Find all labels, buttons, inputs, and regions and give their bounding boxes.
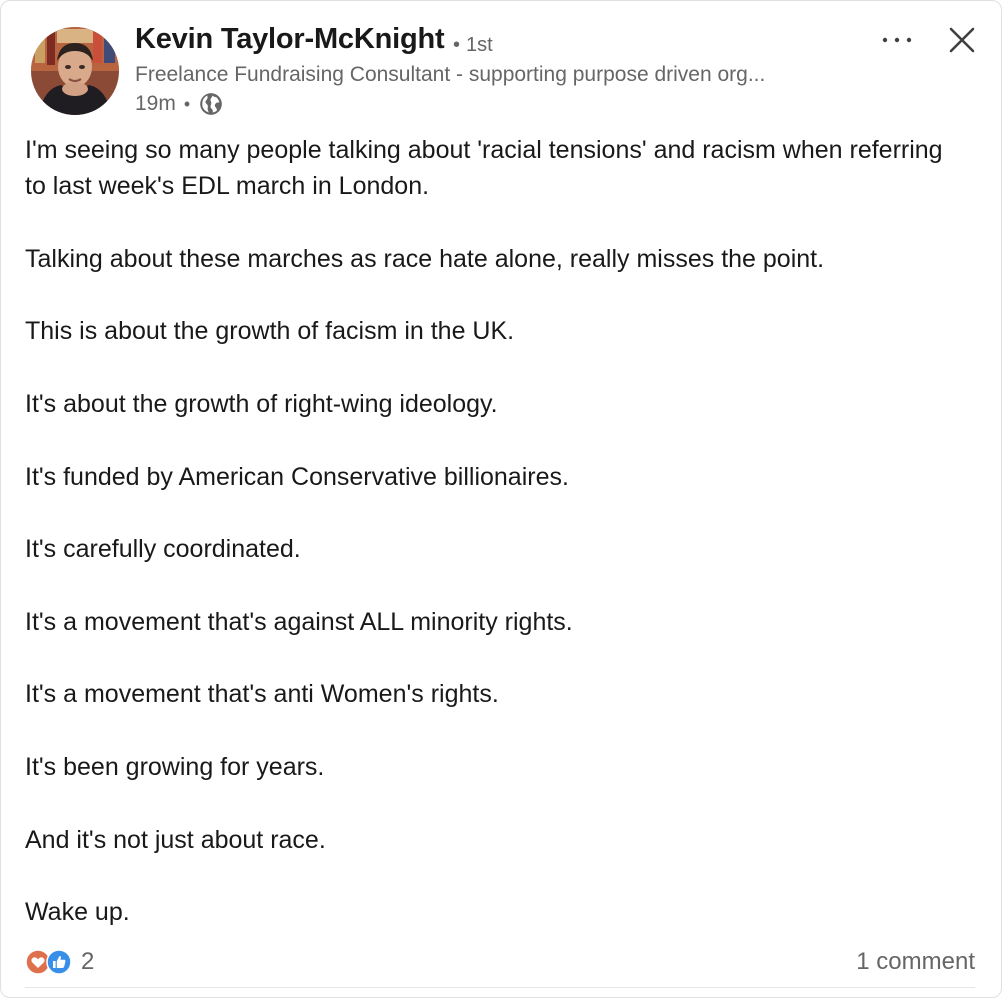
- reaction-icons: [25, 947, 77, 977]
- post-paragraph: I'm seeing so many people talking about …: [25, 136, 943, 201]
- reactions-summary[interactable]: 2: [25, 945, 94, 979]
- post-card: Kevin Taylor-McKnight • 1st Freelance Fun…: [0, 0, 1002, 998]
- post-meta: 19m •: [135, 91, 224, 117]
- avatar[interactable]: [31, 27, 119, 115]
- author-name[interactable]: Kevin Taylor-McKnight: [135, 23, 445, 56]
- post-text: I'm seeing so many people talking about …: [25, 132, 965, 931]
- divider: [25, 987, 975, 988]
- author-headline: Freelance Fundraising Consultant - suppo…: [135, 63, 766, 86]
- more-icon: [882, 37, 912, 43]
- separator-dot: •: [183, 93, 191, 114]
- post-paragraph: It's funded by American Conservative bil…: [25, 462, 569, 491]
- post-paragraph: And it's not just about race.: [25, 825, 326, 854]
- avatar-image: [31, 27, 119, 115]
- close-button[interactable]: [943, 21, 981, 59]
- connection-degree: • 1st: [453, 34, 493, 57]
- post-paragraph: This is about the growth of facism in th…: [25, 317, 515, 346]
- post-paragraph: Talking about these marches as race hate…: [25, 244, 825, 273]
- post-paragraph: Wake up.: [25, 898, 130, 927]
- globe-icon: [198, 91, 224, 117]
- post-paragraph: It's a movement that's against ALL minor…: [25, 607, 573, 636]
- comments-count-link[interactable]: 1 comment: [856, 945, 975, 979]
- post-paragraph: It's a movement that's anti Women's righ…: [25, 680, 499, 709]
- close-icon: [949, 27, 975, 53]
- connection-degree-label: 1st: [466, 34, 493, 56]
- post-paragraph: It's carefully coordinated.: [25, 535, 301, 564]
- more-options-button[interactable]: [877, 27, 917, 53]
- like-icon: [46, 949, 72, 975]
- post-paragraph: It's been growing for years.: [25, 753, 325, 782]
- separator-dot: •: [453, 34, 461, 56]
- reaction-count: 2: [81, 948, 95, 975]
- post-time: 19m: [135, 92, 176, 115]
- post-paragraph: It's about the growth of right-wing ideo…: [25, 390, 498, 419]
